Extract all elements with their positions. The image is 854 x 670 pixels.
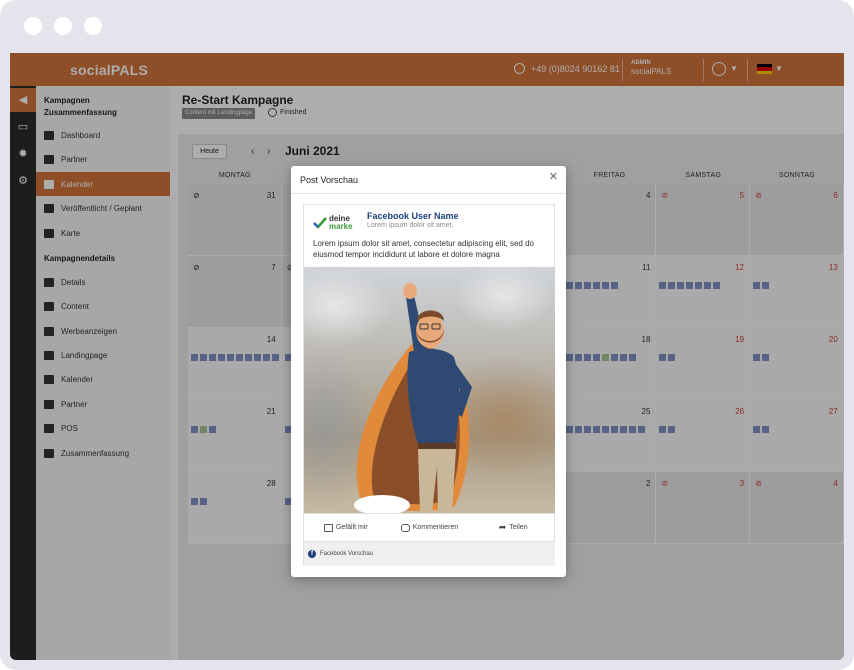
browser-window: socialPALS +49 (0)8024 90162 81 ADMIN so…: [0, 0, 854, 670]
facebook-icon: f: [308, 550, 316, 558]
comment-button[interactable]: Kommentieren: [388, 523, 472, 532]
brand-name-line2: marke: [329, 222, 353, 231]
fb-action-bar: Gefällt mir Kommentieren ➦ Teilen: [304, 513, 555, 541]
post-image: [304, 267, 555, 513]
footer-label: Facebook Vorschau: [320, 551, 374, 557]
comment-icon: [400, 523, 410, 532]
modal-title: Post Vorschau: [300, 175, 359, 185]
post-preview-modal: Post Vorschau ✕ deine marke Facebook Use…: [291, 166, 566, 577]
share-icon: ➦: [498, 522, 507, 532]
fb-post-text: Lorem ipsum dolor sit amet, consectetur …: [313, 239, 534, 259]
app-viewport: socialPALS +49 (0)8024 90162 81 ADMIN so…: [10, 53, 844, 660]
window-dot: [54, 17, 72, 35]
comment-label: Kommentieren: [412, 524, 459, 531]
checkmark-logo-icon: [313, 217, 327, 229]
fb-preview-footer: f Facebook Vorschau: [304, 541, 555, 566]
window-dot: [24, 17, 42, 35]
fb-user-subline: Lorem ipsum dolor sit amet,: [367, 222, 454, 229]
window-dot: [84, 17, 102, 35]
fb-user-name[interactable]: Facebook User Name: [367, 211, 459, 221]
divider: [291, 193, 566, 194]
share-label: Teilen: [509, 524, 528, 531]
thumbs-up-icon: [323, 523, 333, 532]
like-button[interactable]: Gefällt mir: [304, 523, 388, 532]
close-icon[interactable]: ✕: [549, 170, 558, 183]
brand-logo: deine marke: [313, 215, 357, 231]
facebook-post-card: deine marke Facebook User Name Lorem ips…: [303, 204, 555, 566]
like-label: Gefällt mir: [335, 524, 368, 531]
superhero-illustration: [354, 283, 472, 513]
share-button[interactable]: ➦ Teilen: [471, 522, 555, 533]
